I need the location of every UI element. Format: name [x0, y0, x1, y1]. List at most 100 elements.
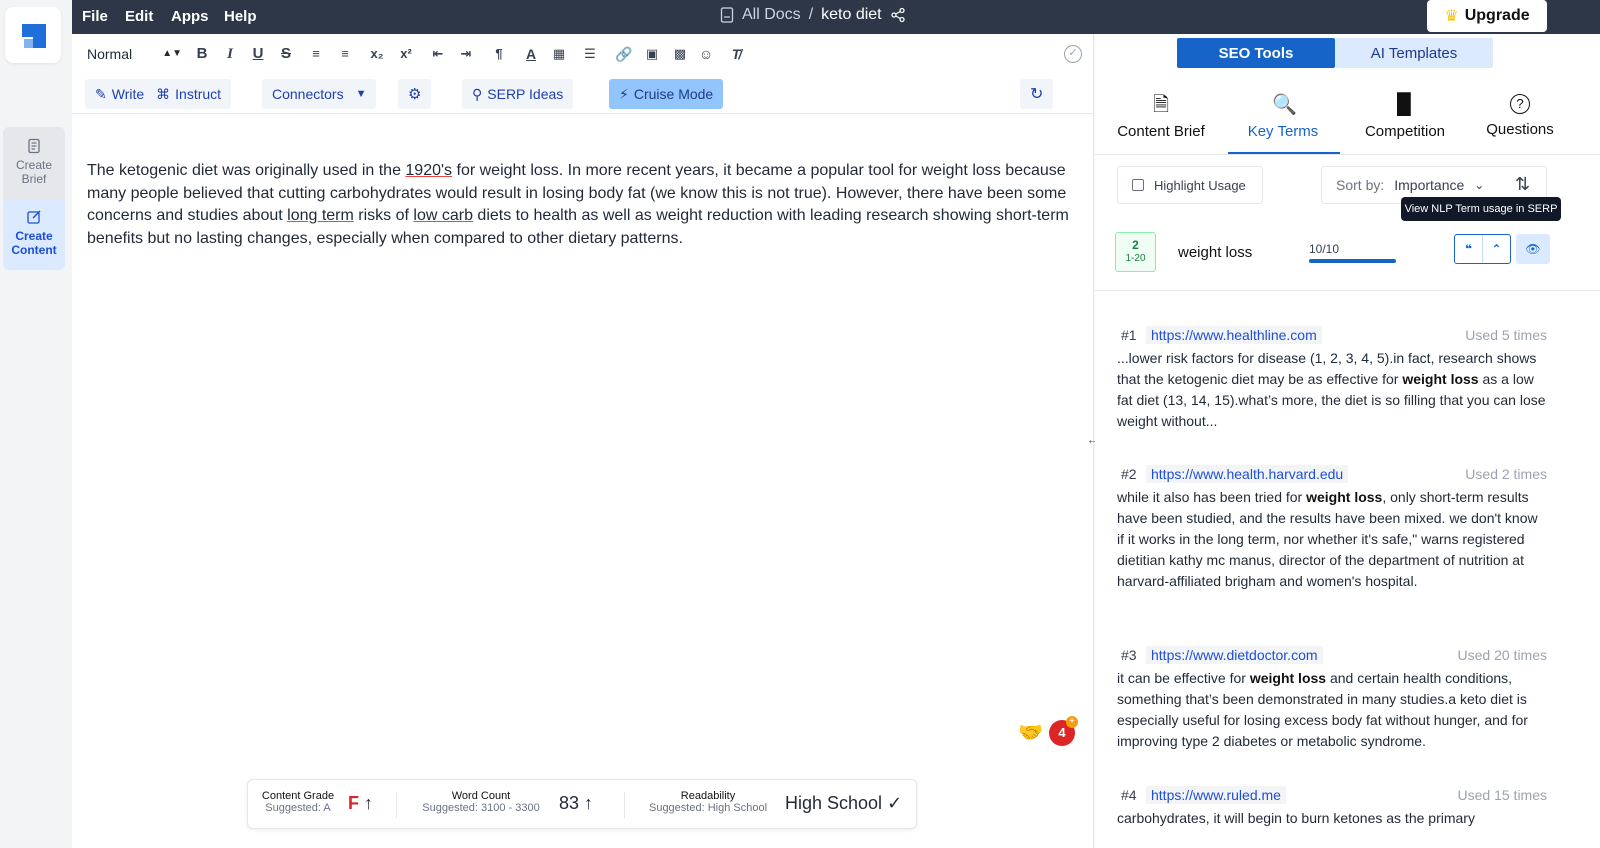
result-url[interactable]: https://www.ruled.me — [1146, 786, 1286, 804]
paragraph-format-select[interactable]: Normal ▲▼ — [87, 46, 182, 62]
content-grade: Content Grade Suggested: A — [258, 790, 338, 814]
breadcrumb-separator: / — [808, 6, 814, 23]
command-icon: ⌘ — [156, 85, 171, 102]
quote-icon[interactable]: ❝ — [1455, 235, 1482, 263]
document-text: The ketogenic diet was originally used i… — [87, 162, 406, 179]
cruise-mode-label: Cruise Mode — [633, 86, 714, 102]
tab-competition[interactable]: ▉ Competition — [1360, 94, 1450, 140]
tab-content-brief[interactable]: 🗎 Content Brief — [1115, 94, 1207, 140]
document-text: risks of — [353, 207, 414, 224]
strikethrough-icon[interactable]: S — [276, 44, 296, 64]
serp-result: #2 https://www.health.harvard.edu Used 2… — [1117, 463, 1547, 592]
content-grade-value: F ↑ — [348, 793, 374, 813]
highlight-usage-checkbox[interactable] — [1132, 179, 1144, 191]
tab-label: Key Terms — [1247, 123, 1319, 140]
bold-icon[interactable]: B — [192, 44, 212, 64]
content-grade-suggested: Suggested: A — [265, 802, 331, 814]
emoji-icon[interactable]: ☺ — [696, 44, 716, 64]
highlight-color-icon[interactable]: ▦ — [549, 44, 569, 64]
tooltip: View NLP Term usage in SERP — [1401, 197, 1561, 221]
document-body[interactable]: The ketogenic diet was originally used i… — [87, 160, 1077, 250]
check-icon: ✓ — [887, 793, 903, 813]
highlight-usage-toggle[interactable]: Highlight Usage — [1117, 166, 1263, 204]
italic-icon[interactable]: I — [220, 44, 240, 64]
gear-icon: ⚙ — [408, 86, 422, 103]
refresh-icon: ↻ — [1030, 86, 1044, 103]
subscript-icon[interactable]: x₂ — [367, 44, 387, 64]
tab-label: Content Brief — [1117, 123, 1205, 140]
image-icon[interactable]: ▣ — [642, 44, 662, 64]
settings-button[interactable]: ⚙ — [398, 79, 432, 109]
tab-ai-templates[interactable]: AI Templates — [1335, 38, 1493, 68]
menu-help[interactable]: Help — [224, 8, 257, 25]
result-url[interactable]: https://www.healthline.com — [1146, 326, 1322, 344]
pencil-icon: ✎ — [95, 85, 107, 102]
key-search-icon: 🔍 — [1272, 94, 1297, 116]
result-snippet: it can be effective for weight loss and … — [1117, 670, 1528, 749]
text-direction-icon[interactable]: ¶ — [489, 44, 509, 64]
term-range: 1-20 — [1125, 253, 1146, 264]
cruise-mode-button[interactable]: ⚡ Cruise Mode — [609, 79, 724, 109]
serp-ideas-button[interactable]: ⚲ SERP Ideas — [462, 79, 574, 109]
font-color-icon[interactable]: A — [521, 44, 541, 64]
term-usage-bar — [1309, 259, 1396, 263]
term-rank-badge: 2 1-20 — [1115, 232, 1156, 272]
sort-by-value: Importance — [1394, 177, 1465, 193]
write-button[interactable]: ✎ Write — [85, 79, 154, 109]
sort-order-icon[interactable]: ⇅ — [1515, 174, 1530, 195]
chevron-up-icon[interactable]: ⌃ — [1482, 235, 1510, 263]
bullet-list-icon[interactable]: ≡ — [335, 44, 355, 64]
chevron-down-icon: ⌄ — [1474, 178, 1485, 192]
edit-icon — [27, 210, 41, 224]
superscript-icon[interactable]: x² — [396, 44, 416, 64]
result-url[interactable]: https://www.health.harvard.edu — [1146, 465, 1349, 483]
instruct-button[interactable]: ⌘ Instruct — [154, 79, 231, 109]
align-icon[interactable]: ☰ — [580, 44, 600, 64]
refresh-button[interactable]: ↻ — [1020, 79, 1054, 109]
result-snippet: carbohydrates, it will begin to burn ket… — [1117, 810, 1475, 826]
spelling-flag[interactable]: 1920's — [405, 162, 452, 179]
plus-icon: + — [1066, 716, 1078, 728]
editor: Normal ▲▼ B I U S ≡ ≡ x₂ x² ⇤ ⇥ ¶ A ▦ ☰ … — [72, 34, 1094, 848]
breadcrumb-all-docs[interactable]: All Docs — [742, 6, 801, 24]
create-brief-label: Create Brief — [15, 158, 53, 186]
tab-key-terms[interactable]: 🔍 Key Terms — [1233, 94, 1333, 140]
result-used-count: Used 15 times — [1457, 787, 1547, 803]
video-icon[interactable]: ▩ — [670, 44, 690, 64]
document-title[interactable]: keto diet — [821, 6, 881, 24]
result-rank: #3 — [1121, 647, 1137, 663]
ordered-list-icon[interactable]: ≡ — [306, 44, 326, 64]
menu-edit[interactable]: Edit — [125, 8, 153, 25]
menu-apps[interactable]: Apps — [171, 8, 209, 25]
spelling-flag[interactable]: low carb — [413, 207, 473, 224]
app-logo[interactable] — [5, 7, 61, 63]
tab-seo-tools[interactable]: SEO Tools — [1177, 38, 1335, 68]
upgrade-button[interactable]: ♛ Upgrade — [1427, 0, 1547, 32]
underline-icon[interactable]: U — [248, 44, 268, 64]
upgrade-label: Upgrade — [1464, 7, 1530, 24]
connectors-dropdown[interactable]: Connectors ▼ — [262, 79, 377, 109]
result-url[interactable]: https://www.dietdoctor.com — [1146, 646, 1323, 664]
ai-toolbar: ✎ Write ⌘ Instruct Connectors ▼ ⚙ ⚲ SERP Ide… — [72, 74, 1094, 114]
share-icon[interactable] — [890, 7, 906, 23]
document-icon — [720, 7, 734, 23]
handshake-icon[interactable]: 🤝 — [1018, 720, 1043, 745]
top-bar: File Edit Apps Help All Docs / keto diet… — [72, 0, 1600, 34]
create-content-button[interactable]: Create Content — [3, 200, 65, 270]
readability-label: Readability — [680, 790, 736, 802]
result-used-count: Used 5 times — [1465, 327, 1547, 343]
result-snippet: ...lower risk factors for disease (1, 2,… — [1117, 350, 1546, 429]
tab-questions[interactable]: ? Questions — [1481, 94, 1559, 138]
create-brief-button[interactable]: Create Brief — [3, 138, 65, 186]
eye-icon[interactable]: 👁 — [1516, 234, 1550, 264]
clear-format-icon[interactable]: T̸ — [726, 44, 746, 64]
link-icon[interactable]: 🔗 — [614, 44, 634, 64]
result-snippet: while it also has been tried for weight … — [1117, 489, 1538, 589]
outdent-icon[interactable]: ⇤ — [428, 44, 448, 64]
indent-icon[interactable]: ⇥ — [456, 44, 476, 64]
connectors-label: Connectors — [272, 86, 344, 102]
format-toolbar: Normal ▲▼ B I U S ≡ ≡ x₂ x² ⇤ ⇥ ¶ A ▦ ☰ … — [72, 34, 1094, 74]
result-used-count: Used 20 times — [1457, 647, 1547, 663]
menu-file[interactable]: File — [82, 8, 108, 25]
spelling-flag[interactable]: long term — [287, 207, 354, 224]
